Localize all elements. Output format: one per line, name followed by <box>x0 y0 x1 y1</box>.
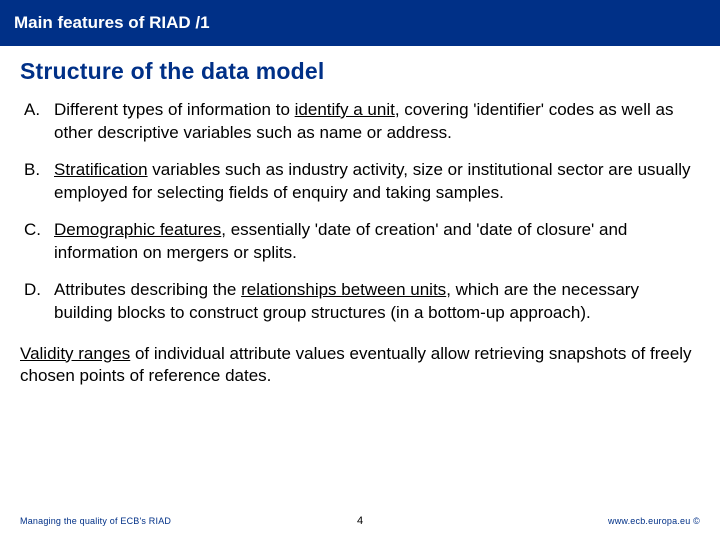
copyright-icon: © <box>693 516 700 526</box>
footer-left: Managing the quality of ECB's RIAD <box>20 516 171 526</box>
list-marker: C. <box>20 219 54 265</box>
list-body: Attributes describing the relationships … <box>54 279 700 325</box>
list-item: C. Demographic features, essentially 'da… <box>20 219 700 265</box>
page-number: 4 <box>357 515 363 527</box>
list-item: B. Stratification variables such as indu… <box>20 159 700 205</box>
section-heading: Structure of the data model <box>20 58 700 85</box>
list-marker: B. <box>20 159 54 205</box>
slide: Main features of RIAD /1 Structure of th… <box>0 0 720 540</box>
list-marker: A. <box>20 99 54 145</box>
list-item: A. Different types of information to ide… <box>20 99 700 145</box>
footer-right: www.ecb.europa.eu © <box>608 516 700 526</box>
list-marker: D. <box>20 279 54 325</box>
ordered-list: A. Different types of information to ide… <box>20 99 700 325</box>
list-body: Different types of information to identi… <box>54 99 700 145</box>
footer: Managing the quality of ECB's RIAD 4 www… <box>0 516 720 526</box>
closing-paragraph: Validity ranges of individual attribute … <box>20 343 700 389</box>
title-bar: Main features of RIAD /1 <box>0 0 720 46</box>
list-body: Demographic features, essentially 'date … <box>54 219 700 265</box>
footer-url: www.ecb.europa.eu <box>608 516 690 526</box>
title-bar-text: Main features of RIAD /1 <box>14 13 210 33</box>
list-item: D. Attributes describing the relationshi… <box>20 279 700 325</box>
list-body: Stratification variables such as industr… <box>54 159 700 205</box>
content-area: Structure of the data model A. Different… <box>0 46 720 388</box>
